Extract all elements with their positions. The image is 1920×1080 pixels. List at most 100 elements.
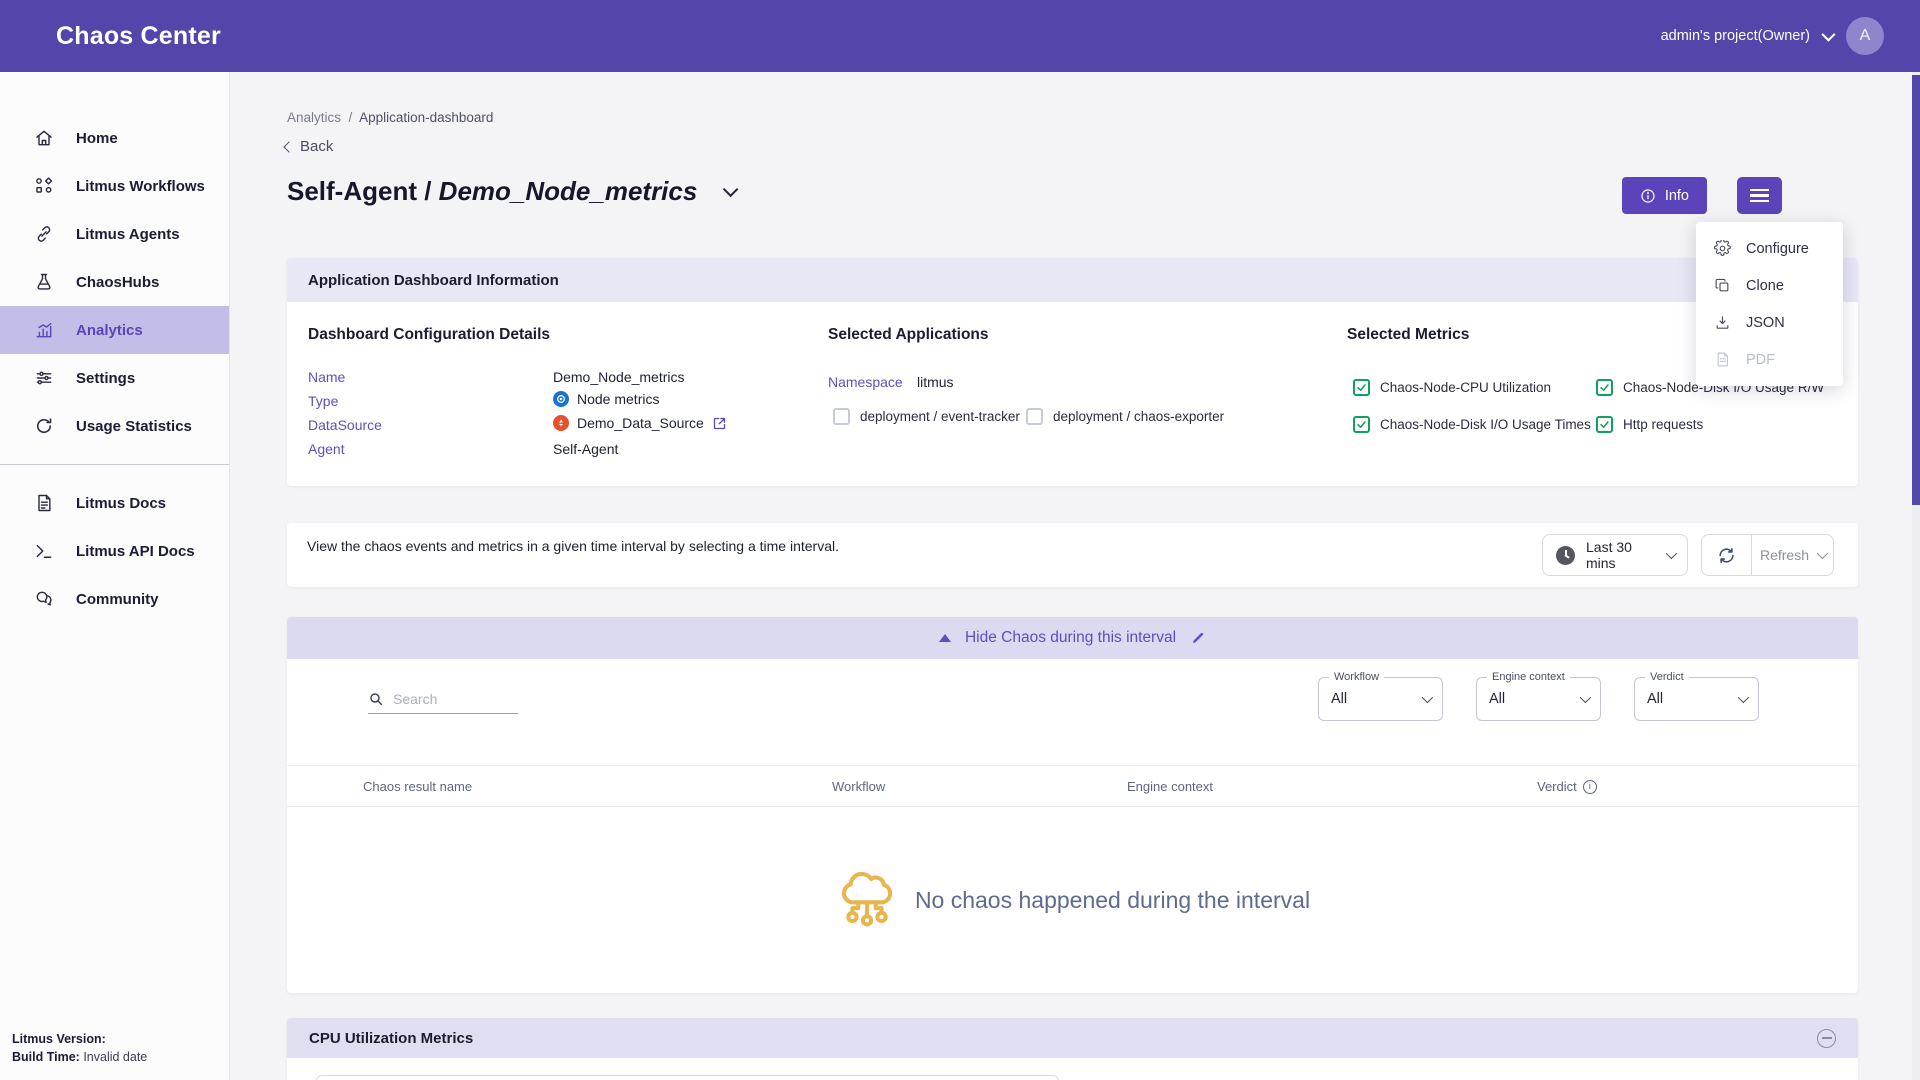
cloud-network-icon [835, 861, 899, 939]
terminal-icon [34, 541, 54, 561]
workflows-icon [34, 176, 54, 196]
selected-metrics-title: Selected Metrics [1347, 326, 1469, 344]
chevron-left-icon [283, 141, 294, 152]
chevron-down-icon [1580, 692, 1591, 703]
menu-item-pdf: PDF [1696, 341, 1843, 378]
verdict-filter-select[interactable]: Verdict All [1634, 677, 1759, 721]
column-engine-context: Engine context [1127, 779, 1213, 794]
main-content: Analytics / Application-dashboard Back S… [230, 72, 1920, 1080]
sidebar-item-label: Litmus Agents [76, 226, 180, 243]
sidebar-divider [0, 464, 229, 465]
time-range-selector[interactable]: Last 30 mins [1542, 534, 1688, 576]
clone-icon [1714, 277, 1731, 294]
sidebar-item-label: Home [76, 130, 118, 147]
menu-item-json[interactable]: JSON [1696, 304, 1843, 341]
checkbox-disk-io-times[interactable]: Chaos-Node-Disk I/O Usage Times [1353, 416, 1591, 433]
cpu-utilization-section: CPU Utilization Metrics [287, 1018, 1858, 1080]
scrollbar-thumb[interactable] [1912, 75, 1920, 505]
chevron-down-icon [1422, 692, 1433, 703]
empty-message: No chaos happened during the interval [915, 887, 1310, 914]
edit-pencil-icon[interactable] [1190, 630, 1206, 646]
breadcrumb-current: Application-dashboard [359, 110, 493, 125]
node-metrics-icon [553, 391, 569, 407]
config-agent-value: Self-Agent [553, 441, 618, 457]
sidebar-item-analytics[interactable]: Analytics [0, 306, 229, 354]
sidebar-item-litmus-agents[interactable]: Litmus Agents [0, 210, 229, 258]
chaos-center-app: Chaos Center admin's project(Owner) A Ho… [0, 0, 1920, 1080]
engine-context-filter-select[interactable]: Engine context All [1476, 677, 1601, 721]
column-workflow: Workflow [832, 779, 885, 794]
refresh-now-button[interactable] [1702, 535, 1752, 575]
empty-state: No chaos happened during the interval [287, 807, 1858, 993]
verdict-info-icon[interactable]: i [1583, 780, 1597, 794]
column-verdict: Verdict i [1537, 779, 1597, 794]
app-title: Chaos Center [56, 22, 221, 51]
config-details-title: Dashboard Configuration Details [308, 326, 550, 344]
top-header: Chaos Center admin's project(Owner) A [0, 0, 1920, 72]
file-icon [1714, 351, 1731, 368]
sidebar-item-usage-statistics[interactable]: Usage Statistics [0, 402, 229, 450]
namespace-value: litmus [917, 374, 954, 390]
info-icon [1640, 188, 1656, 204]
checkbox-http-requests[interactable]: Http requests [1596, 416, 1703, 433]
chevron-down-icon [1821, 28, 1835, 42]
flask-icon [34, 272, 54, 292]
dashboard-menu-button[interactable] [1737, 177, 1782, 214]
page-title: Self-Agent / Demo_Node_metrics [287, 176, 697, 207]
search-icon [368, 691, 384, 707]
title-chevron-down-icon[interactable] [723, 182, 739, 198]
sidebar-item-label: Analytics [76, 322, 143, 339]
hide-chaos-toggle[interactable]: Hide Chaos during this interval [287, 617, 1858, 659]
sidebar-item-litmus-api-docs[interactable]: Litmus API Docs [0, 527, 229, 575]
sidebar-item-label: Litmus API Docs [76, 543, 195, 560]
sidebar-item-label: ChaosHubs [76, 274, 159, 291]
collapse-minus-icon[interactable] [1817, 1029, 1836, 1048]
sidebar-item-home[interactable]: Home [0, 114, 229, 162]
chevron-down-icon [1666, 548, 1677, 559]
workflow-filter-select[interactable]: Workflow All [1318, 677, 1443, 721]
info-button[interactable]: Info [1622, 177, 1707, 214]
sidebar-item-community[interactable]: Community [0, 575, 229, 623]
breadcrumb-analytics[interactable]: Analytics [287, 110, 341, 125]
time-interval-bar: View the chaos events and metrics in a g… [287, 523, 1858, 587]
chaos-events-panel: Hide Chaos during this interval Workflow… [287, 617, 1858, 993]
chart-icon [34, 320, 54, 340]
build-time-value: Invalid date [83, 1050, 147, 1064]
sidebar-item-settings[interactable]: Settings [0, 354, 229, 402]
document-icon [34, 493, 54, 513]
sidebar-item-label: Litmus Workflows [76, 178, 205, 195]
sidebar-item-litmus-docs[interactable]: Litmus Docs [0, 479, 229, 527]
search-input[interactable] [393, 691, 503, 707]
cpu-section-header: CPU Utilization Metrics [287, 1018, 1858, 1058]
refresh-icon [1717, 546, 1736, 565]
gear-icon [1714, 240, 1731, 257]
link-icon [34, 224, 54, 244]
config-type-value: Node metrics [553, 391, 659, 407]
back-button[interactable]: Back [285, 138, 333, 155]
avatar[interactable]: A [1846, 17, 1884, 55]
project-name: admin's project(Owner) [1661, 28, 1810, 44]
checkbox-cpu-utilization[interactable]: Chaos-Node-CPU Utilization [1353, 379, 1551, 396]
download-icon [1714, 314, 1731, 331]
sidebar-item-litmus-workflows[interactable]: Litmus Workflows [0, 162, 229, 210]
search-field [368, 691, 518, 714]
checkbox-event-tracker[interactable]: deployment / event-tracker [833, 408, 1020, 425]
sidebar-item-chaoshubs[interactable]: ChaosHubs [0, 258, 229, 306]
clock-icon [1556, 546, 1575, 565]
interval-description: View the chaos events and metrics in a g… [307, 536, 867, 556]
sidebar-item-label: Settings [76, 370, 135, 387]
sidebar: Home Litmus Workflows Litmus Agents Chao… [0, 72, 230, 1080]
checkbox-chaos-exporter[interactable]: deployment / chaos-exporter [1026, 408, 1224, 425]
dashboard-information-panel: Application Dashboard Information Dashbo… [287, 258, 1858, 486]
home-icon [34, 128, 54, 148]
sidebar-item-label: Litmus Docs [76, 495, 166, 512]
dashboard-name: Demo_Node_metrics [439, 176, 698, 206]
project-switcher[interactable]: admin's project(Owner) [1661, 28, 1832, 44]
refresh-interval-dropdown[interactable]: Refresh [1752, 535, 1833, 575]
selected-applications-title: Selected Applications [828, 326, 989, 344]
menu-item-clone[interactable]: Clone [1696, 267, 1843, 304]
cpu-chart-container [316, 1075, 1059, 1080]
external-link-icon[interactable] [712, 416, 727, 431]
menu-item-configure[interactable]: Configure [1696, 230, 1843, 267]
column-chaos-result-name: Chaos result name [363, 779, 472, 794]
